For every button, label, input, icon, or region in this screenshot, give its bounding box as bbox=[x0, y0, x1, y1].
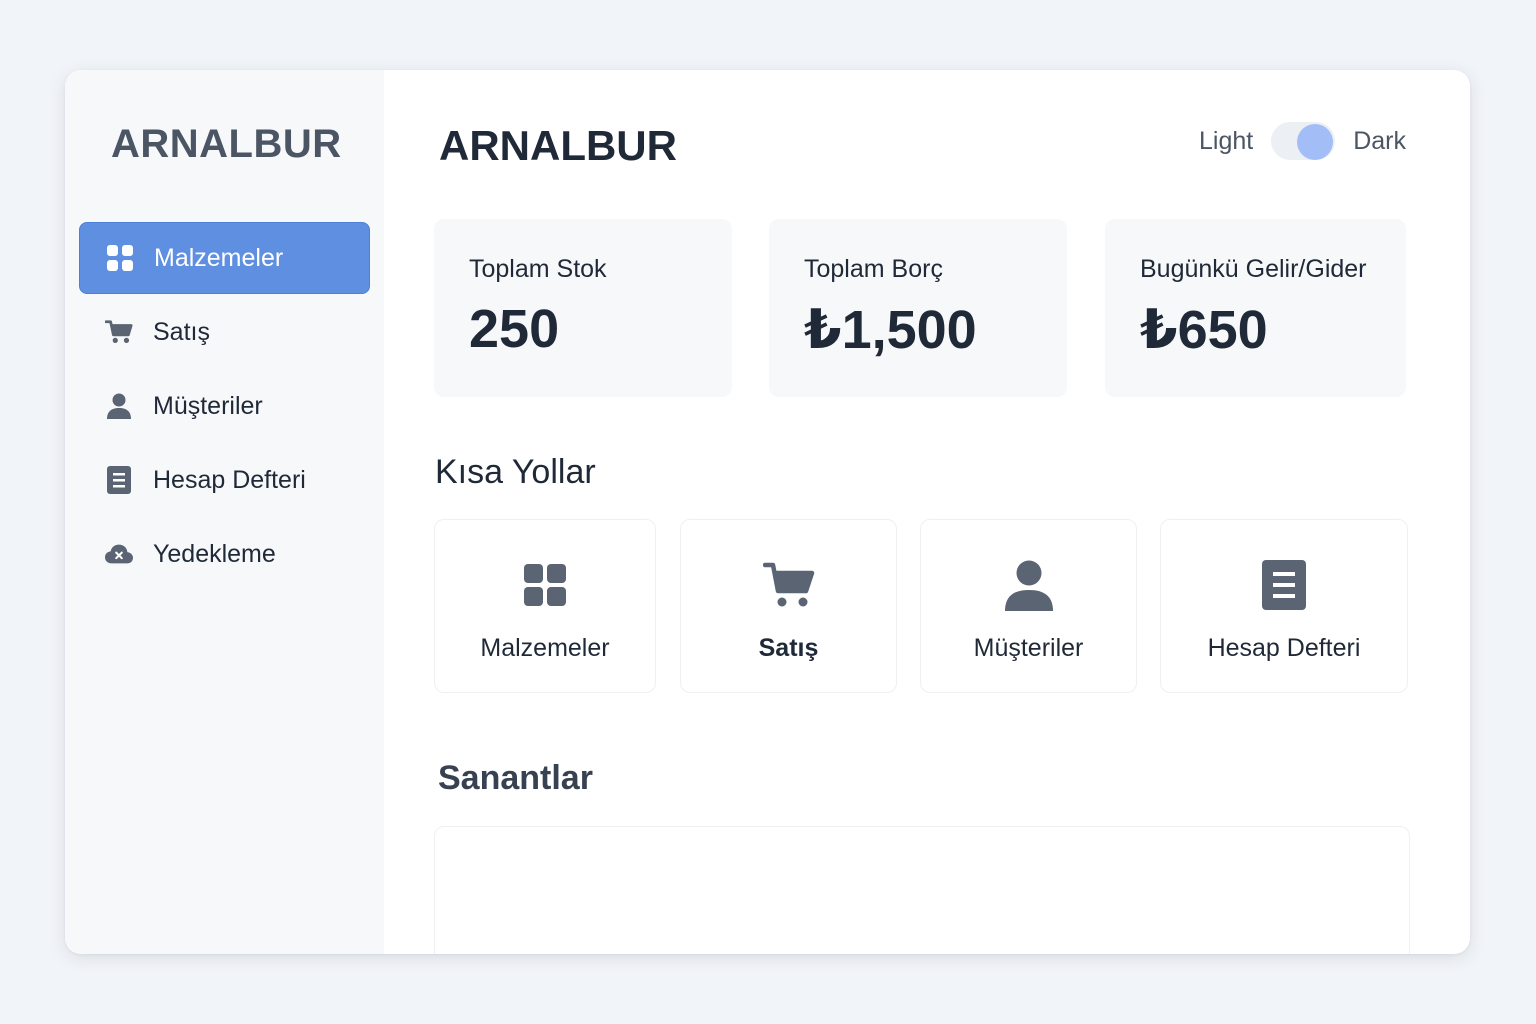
shortcuts-grid: Malzemeler Satış Müşteriler Hesap Defter… bbox=[434, 519, 1408, 693]
recent-panel bbox=[434, 826, 1410, 954]
ledger-icon bbox=[1262, 560, 1306, 610]
cart-icon bbox=[762, 560, 815, 610]
shortcut-label: Hesap Defteri bbox=[1207, 634, 1361, 662]
sidebar-item-hesap-defteri[interactable]: Hesap Defteri bbox=[79, 444, 370, 516]
sidebar-item-malzemeler[interactable]: Malzemeler bbox=[79, 222, 370, 294]
app-window: ARNALBUR Malzemeler Satış Müşteriler Hes… bbox=[65, 70, 1470, 954]
cart-icon bbox=[105, 318, 133, 346]
stat-value: 250 bbox=[469, 299, 560, 359]
shortcut-label: Müşteriler bbox=[973, 634, 1084, 662]
stats-row: Toplam Stok 250 Toplam Borç ₺1,500 Bugün… bbox=[434, 219, 1406, 397]
recent-title: Sanantlar bbox=[438, 759, 593, 797]
sidebar-item-label: Malzemeler bbox=[154, 243, 284, 272]
sidebar-item-label: Satış bbox=[153, 317, 210, 346]
stat-value: ₺1,500 bbox=[804, 300, 977, 360]
grid-icon bbox=[524, 560, 566, 610]
sidebar-item-label: Yedekleme bbox=[153, 539, 276, 568]
user-icon bbox=[105, 392, 133, 420]
theme-switch-knob bbox=[1297, 124, 1334, 160]
ledger-icon bbox=[105, 466, 133, 494]
sidebar-brand: ARNALBUR bbox=[111, 122, 342, 166]
shortcut-musteriler[interactable]: Müşteriler bbox=[920, 519, 1137, 693]
shortcut-satis[interactable]: Satış bbox=[680, 519, 897, 693]
main-content: ARNALBUR Light Dark Toplam Stok 250 Topl… bbox=[384, 70, 1470, 954]
theme-light-label: Light bbox=[1198, 126, 1254, 155]
sidebar-item-yedekleme[interactable]: Yedekleme bbox=[79, 518, 370, 590]
cloud-backup-icon bbox=[105, 540, 133, 568]
shortcut-hesap-defteri[interactable]: Hesap Defteri bbox=[1160, 519, 1408, 693]
stat-value: ₺650 bbox=[1140, 300, 1268, 360]
shortcut-malzemeler[interactable]: Malzemeler bbox=[434, 519, 656, 693]
stat-label: Toplam Borç bbox=[804, 255, 943, 283]
stat-card-total-stock: Toplam Stok 250 bbox=[434, 219, 732, 397]
stat-card-daily-income-expense: Bugünkü Gelir/Gider ₺650 bbox=[1105, 219, 1406, 397]
sidebar-item-label: Müşteriler bbox=[153, 391, 263, 420]
sidebar: ARNALBUR Malzemeler Satış Müşteriler Hes… bbox=[65, 70, 384, 954]
sidebar-nav: Malzemeler Satış Müşteriler Hesap Defter… bbox=[79, 222, 370, 592]
shortcuts-title: Kısa Yollar bbox=[435, 453, 596, 491]
stat-label: Toplam Stok bbox=[469, 255, 607, 283]
theme-dark-label: Dark bbox=[1353, 126, 1406, 155]
shortcut-label: Malzemeler bbox=[480, 634, 610, 662]
user-icon bbox=[1004, 560, 1054, 611]
theme-switch[interactable] bbox=[1271, 122, 1336, 160]
theme-toggle: Light Dark bbox=[1199, 122, 1406, 160]
sidebar-item-label: Hesap Defteri bbox=[153, 465, 306, 494]
stat-label: Bugünkü Gelir/Gider bbox=[1140, 255, 1367, 283]
sidebar-item-satis[interactable]: Satış bbox=[79, 296, 370, 368]
stat-card-total-debt: Toplam Borç ₺1,500 bbox=[769, 219, 1067, 397]
sidebar-item-musteriler[interactable]: Müşteriler bbox=[79, 370, 370, 442]
page-title: ARNALBUR bbox=[439, 122, 677, 169]
shortcut-label: Satış bbox=[758, 634, 819, 662]
grid-icon bbox=[106, 244, 134, 272]
